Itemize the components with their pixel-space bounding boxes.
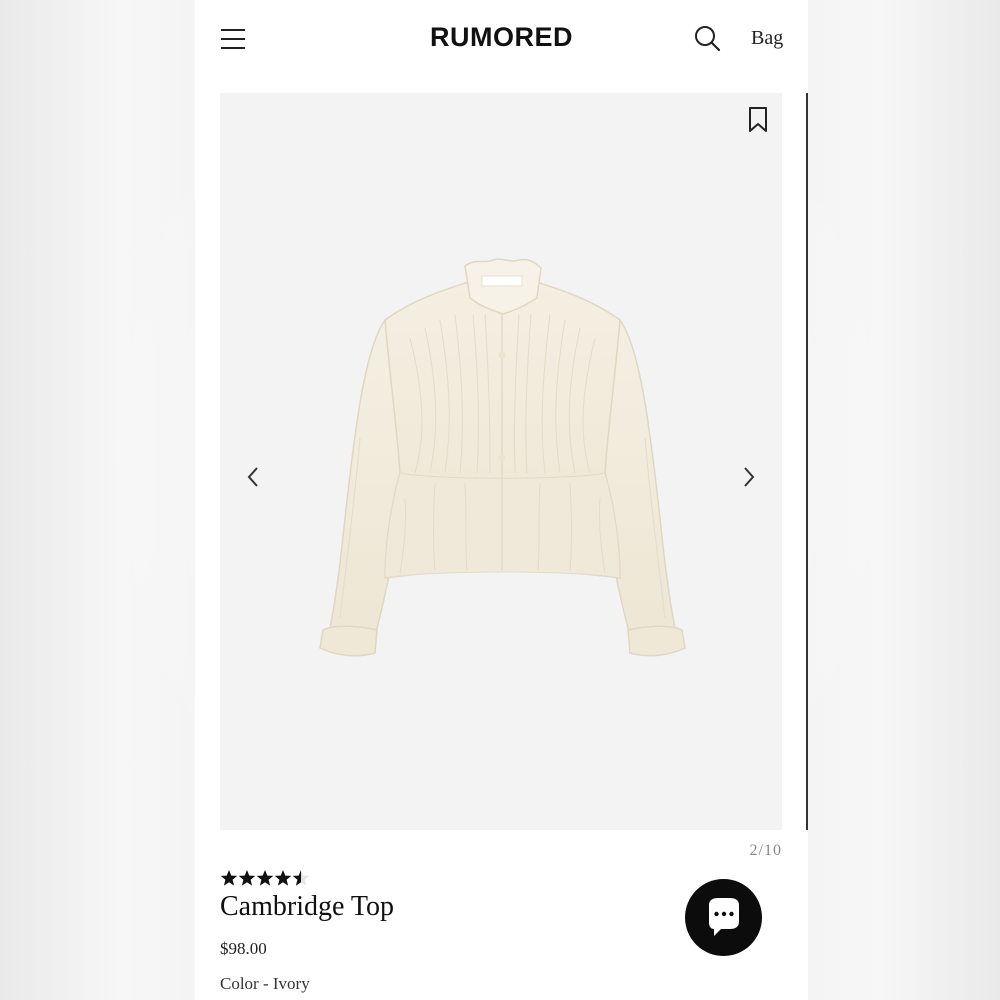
product-price: $98.00 [220, 939, 267, 958]
product-image [319, 258, 686, 657]
star-icon [292, 870, 310, 886]
star-rating[interactable] [220, 869, 310, 889]
mobile-viewport: RUMORED Bag 2/10 Cambridge Top $98.00 Co… [195, 0, 808, 1000]
search-icon[interactable] [693, 24, 723, 54]
star-icon [238, 870, 256, 886]
star-icon [220, 870, 238, 886]
chevron-left-icon[interactable] [242, 464, 266, 490]
product-color: Color - Ivory [220, 974, 310, 993]
bag-link[interactable]: Bag [751, 27, 783, 50]
gallery-scroll-indicator [806, 93, 808, 830]
bookmark-icon[interactable] [747, 106, 769, 134]
gallery-counter: 2/10 [749, 842, 782, 859]
chat-bubble-icon[interactable] [685, 879, 762, 956]
product-title: Cambridge Top [220, 891, 395, 922]
chevron-right-icon[interactable] [736, 464, 760, 490]
site-header: RUMORED Bag [195, 0, 808, 80]
star-icon [274, 870, 292, 886]
product-gallery[interactable] [220, 93, 782, 830]
star-icon [256, 870, 274, 886]
